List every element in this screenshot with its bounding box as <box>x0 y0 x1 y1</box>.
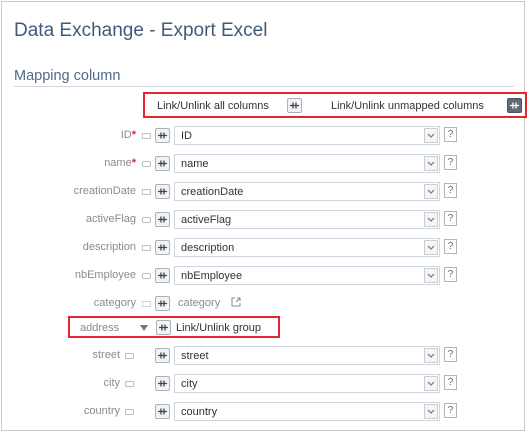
row-label: description <box>82 241 136 253</box>
row-label: creationDate <box>73 185 136 197</box>
help-button[interactable]: ? <box>444 211 457 226</box>
dropdown-button[interactable] <box>424 156 438 171</box>
link-icon <box>510 102 519 109</box>
column-select[interactable]: creationDate <box>174 182 440 201</box>
link-unmapped-button[interactable] <box>507 98 522 113</box>
column-icon <box>142 189 151 195</box>
dropdown-button[interactable] <box>424 268 438 283</box>
help-button[interactable]: ? <box>444 347 457 362</box>
help-button[interactable]: ? <box>444 183 457 198</box>
chevron-down-icon <box>427 161 435 166</box>
column-icon <box>142 217 151 223</box>
link-button[interactable] <box>155 156 170 171</box>
required-marker: * <box>131 129 136 141</box>
column-icon <box>125 353 134 359</box>
link-icon <box>158 216 167 223</box>
chevron-down-icon <box>427 189 435 194</box>
row-label: city <box>103 377 121 389</box>
export-excel-panel: Data Exchange - Export Excel Mapping col… <box>1 1 527 431</box>
column-icon <box>142 161 151 167</box>
column-icon <box>142 301 151 307</box>
link-button[interactable] <box>155 376 170 391</box>
link-icon <box>158 380 167 387</box>
column-select[interactable]: nbEmployee <box>174 266 440 285</box>
required-marker: * <box>131 157 136 169</box>
row-label: street <box>92 349 120 361</box>
page-title: Data Exchange - Export Excel <box>14 20 268 41</box>
link-icon <box>158 408 167 415</box>
link-all-label: Link/Unlink all columns <box>157 100 269 112</box>
help-button[interactable]: ? <box>444 127 457 142</box>
link-icon <box>158 132 167 139</box>
column-select[interactable]: street <box>174 346 440 365</box>
chevron-down-icon <box>427 381 435 386</box>
help-button[interactable]: ? <box>444 267 457 282</box>
link-toolbar: Link/Unlink all columns Link/Unlink unma… <box>143 92 527 118</box>
column-select[interactable]: ID <box>174 126 440 145</box>
dropdown-button[interactable] <box>424 240 438 255</box>
dropdown-button[interactable] <box>424 212 438 227</box>
column-select[interactable]: description <box>174 238 440 257</box>
link-icon <box>159 324 168 331</box>
chevron-down-icon <box>427 133 435 138</box>
chevron-down-icon <box>427 409 435 414</box>
dropdown-button[interactable] <box>424 128 438 143</box>
link-button[interactable] <box>155 348 170 363</box>
dropdown-button[interactable] <box>424 184 438 199</box>
chevron-down-icon <box>427 353 435 358</box>
row-label: activeFlag <box>85 213 136 225</box>
link-button[interactable] <box>155 268 170 283</box>
column-icon <box>142 245 151 251</box>
column-icon <box>125 381 134 387</box>
column-select[interactable]: name <box>174 154 440 173</box>
link-icon <box>158 272 167 279</box>
column-icon <box>142 133 151 139</box>
row-label: country <box>83 405 120 417</box>
external-link-icon[interactable] <box>231 297 241 307</box>
help-button[interactable]: ? <box>444 155 457 170</box>
help-button[interactable]: ? <box>444 239 457 254</box>
address-group-label[interactable]: address <box>80 322 119 334</box>
dropdown-button[interactable] <box>424 404 438 419</box>
divider <box>14 86 514 87</box>
link-icon <box>158 352 167 359</box>
row-label: category <box>93 297 136 309</box>
row-label: nbEmployee <box>74 269 136 281</box>
row-label: ID* <box>120 129 136 141</box>
link-group-button[interactable] <box>156 320 171 335</box>
column-icon <box>142 273 151 279</box>
help-button[interactable]: ? <box>444 375 457 390</box>
link-button[interactable] <box>155 240 170 255</box>
link-button[interactable] <box>155 296 170 311</box>
address-group-row: address Link/Unlink group <box>68 316 280 338</box>
chevron-down-icon <box>427 217 435 222</box>
help-button[interactable]: ? <box>444 403 457 418</box>
chevron-down-icon <box>427 245 435 250</box>
link-icon <box>290 102 299 109</box>
dropdown-button[interactable] <box>424 376 438 391</box>
link-button[interactable] <box>155 184 170 199</box>
dropdown-button[interactable] <box>424 348 438 363</box>
category-link[interactable]: category <box>178 297 220 309</box>
link-icon <box>158 244 167 251</box>
link-button[interactable] <box>155 128 170 143</box>
section-title: Mapping column <box>14 68 121 84</box>
chevron-down-icon <box>427 273 435 278</box>
link-unmapped-label: Link/Unlink unmapped columns <box>331 100 484 112</box>
column-icon <box>125 409 134 415</box>
column-select[interactable]: activeFlag <box>174 210 440 229</box>
row-label: name* <box>104 157 136 169</box>
link-all-button[interactable] <box>287 98 302 113</box>
link-group-label: Link/Unlink group <box>176 322 261 334</box>
link-button[interactable] <box>155 404 170 419</box>
link-button[interactable] <box>155 212 170 227</box>
link-icon <box>158 188 167 195</box>
column-select[interactable]: country <box>174 402 440 421</box>
caret-down-icon[interactable] <box>140 325 148 331</box>
link-icon <box>158 300 167 307</box>
link-icon <box>158 160 167 167</box>
column-select[interactable]: city <box>174 374 440 393</box>
